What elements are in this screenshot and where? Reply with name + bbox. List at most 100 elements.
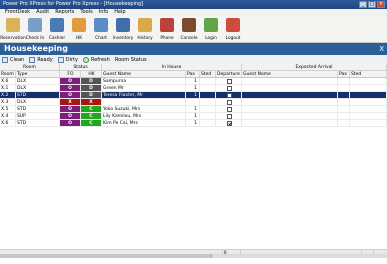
- table-row[interactable]: X.3 DLX X X: [0, 99, 387, 106]
- table-row[interactable]: X.6 DLX O D Sampurna 1: [0, 78, 387, 85]
- cell-expected-guest-name: [242, 113, 338, 119]
- table-row[interactable]: X.1 DLX O D Green Mr 1: [0, 85, 387, 92]
- reservation-button[interactable]: Reservation: [0, 16, 26, 43]
- cashier-button[interactable]: Cashier: [46, 16, 68, 43]
- toolbar-label: Check In: [25, 36, 45, 41]
- menu-bar: FrontDesk Audit Reports Tools Info Help: [0, 9, 387, 16]
- cell-room: X.1: [0, 85, 16, 91]
- col-room[interactable]: Room: [0, 71, 16, 77]
- logout-button[interactable]: Logout: [222, 16, 244, 43]
- cell-departure: [216, 92, 242, 98]
- table-row[interactable]: X.4 SUP O C Lily Kamilou, Mrs 1: [0, 113, 387, 120]
- col-guest-name[interactable]: Guest Name: [102, 71, 186, 77]
- toolbar-label: Inventory: [112, 36, 134, 41]
- cell-type: STD: [16, 92, 60, 98]
- departure-checkbox[interactable]: [226, 113, 232, 119]
- table-row[interactable]: X.6 STD O C Kim Pe Cai, Mrs 1: [0, 120, 387, 127]
- toolbar-label: History: [137, 36, 153, 41]
- col-sted[interactable]: Sted: [200, 71, 216, 77]
- departure-checkbox[interactable]: [226, 78, 232, 84]
- cashier-icon: [50, 18, 64, 32]
- cell-hk-status: C: [81, 113, 102, 119]
- menu-item-audit[interactable]: Audit: [33, 9, 52, 16]
- hk-button[interactable]: HK: [68, 16, 90, 43]
- table-row[interactable]: X.5 STD O C Yoko Suzuki, Mrs 1: [0, 106, 387, 113]
- departure-checkbox[interactable]: [226, 120, 232, 126]
- departure-checkbox[interactable]: [226, 92, 232, 98]
- ready-label: Ready: [37, 56, 53, 63]
- cell-fo-status: O: [60, 120, 81, 126]
- refresh-icon: [82, 56, 89, 63]
- table-body: X.6 DLX O D Sampurna 1 X.1 DLX O D Green Mr 1 X.2 STD…: [0, 78, 387, 127]
- dirty-label: Dirty: [65, 56, 78, 63]
- inventory-button[interactable]: Inventory: [112, 16, 134, 43]
- housekeeping-icon: [72, 18, 86, 32]
- housekeeping-grid: Room Status In House Expected Arrival Ro…: [0, 64, 387, 127]
- cell-hk-status: X: [81, 99, 102, 105]
- cell-room: X.4: [0, 113, 16, 119]
- reservation-icon: [6, 18, 20, 32]
- group-expected-arrival: Expected Arrival: [242, 64, 387, 70]
- menu-item-tools[interactable]: Tools: [77, 9, 95, 16]
- col-fo[interactable]: FO: [60, 71, 81, 77]
- dirty-icon: [57, 56, 64, 63]
- phone-icon: [160, 18, 174, 32]
- col-expected-sted[interactable]: Sted: [350, 71, 387, 77]
- cell-sted: [200, 85, 216, 91]
- horizontal-scrollbar[interactable]: [0, 254, 387, 258]
- cell-fo-status: O: [60, 113, 81, 119]
- col-expected-pax[interactable]: Pax: [338, 71, 350, 77]
- cell-sted: [200, 106, 216, 112]
- dirty-button[interactable]: Dirty: [57, 56, 78, 63]
- ready-button[interactable]: Ready: [29, 56, 53, 63]
- chart-button[interactable]: Chart: [90, 16, 112, 43]
- check-in-icon: [28, 18, 42, 32]
- maximize-button[interactable]: □: [368, 1, 376, 8]
- departure-checkbox[interactable]: [226, 106, 232, 112]
- table-row[interactable]: X.2 STD O D Teresa Flaxter, Mr 1: [0, 92, 387, 99]
- login-button[interactable]: Login: [200, 16, 222, 43]
- col-hk[interactable]: HK: [81, 71, 102, 77]
- col-expected-guest-name[interactable]: Guest Name: [242, 71, 338, 77]
- cell-expected-sted: [350, 99, 387, 105]
- cell-hk-status: D: [81, 78, 102, 84]
- menu-item-reports[interactable]: Reports: [52, 9, 77, 16]
- phone-button[interactable]: Phone: [156, 16, 178, 43]
- cell-sted: [200, 92, 216, 98]
- minimize-button[interactable]: _: [359, 1, 367, 8]
- cell-pax: [186, 99, 200, 105]
- room-status-button[interactable]: Room Status: [115, 57, 147, 63]
- cell-expected-sted: [350, 85, 387, 91]
- login-icon: [204, 18, 218, 32]
- menu-item-info[interactable]: Info: [96, 9, 111, 16]
- col-departure[interactable]: Departure: [216, 71, 242, 77]
- cell-fo-status: X: [60, 99, 81, 105]
- cell-departure: [216, 113, 242, 119]
- check-in-button[interactable]: Check In: [24, 16, 46, 43]
- menu-item-help[interactable]: Help: [111, 9, 128, 16]
- clean-button[interactable]: Clean: [2, 56, 24, 63]
- cell-room: X.6: [0, 120, 16, 126]
- cell-departure: [216, 78, 242, 84]
- cell-expected-guest-name: [242, 106, 338, 112]
- col-type[interactable]: Type: [16, 71, 60, 77]
- menu-item-frontdesk[interactable]: FrontDesk: [2, 9, 33, 16]
- departure-checkbox[interactable]: [226, 85, 232, 91]
- cell-expected-guest-name: [242, 99, 338, 105]
- cell-expected-guest-name: [242, 85, 338, 91]
- toolbar-label: Chart: [95, 36, 107, 41]
- console-button[interactable]: Console: [178, 16, 200, 43]
- cell-pax: 1: [186, 92, 200, 98]
- departure-checkbox[interactable]: [226, 99, 232, 105]
- history-button[interactable]: History: [134, 16, 156, 43]
- col-pax[interactable]: Pax: [186, 71, 200, 77]
- scrollbar-thumb[interactable]: [0, 254, 212, 258]
- close-window-button[interactable]: ×: [377, 1, 385, 8]
- cell-expected-pax: [338, 99, 350, 105]
- close-panel-button[interactable]: X: [379, 43, 384, 55]
- cell-expected-guest-name: [242, 78, 338, 84]
- cell-hk-status: C: [81, 120, 102, 126]
- refresh-button[interactable]: Refresh: [82, 56, 110, 63]
- cell-departure: [216, 85, 242, 91]
- cell-pax: 1: [186, 113, 200, 119]
